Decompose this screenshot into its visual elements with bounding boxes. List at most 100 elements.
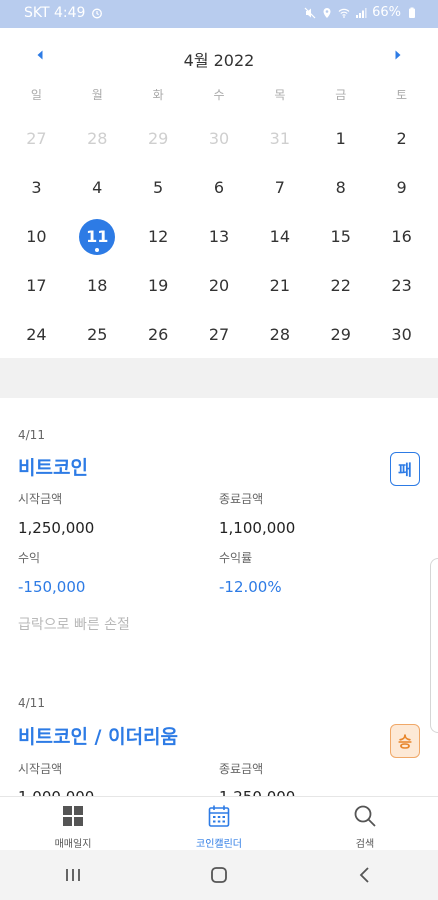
day-number: 6 [213,178,225,197]
calendar-day[interactable]: 14 [249,212,310,261]
weekday-row: 일월화수목금토 [6,86,432,110]
day-number: 10 [26,227,47,246]
day-number: 21 [269,276,291,295]
edge-panel-handle[interactable] [430,558,438,733]
day-number: 2 [396,129,407,148]
day-number: 27 [208,325,230,344]
calendar-day[interactable]: 26 [128,310,189,359]
calendar-day[interactable]: 28 [67,114,128,163]
day-number: 8 [335,178,346,197]
status-left: SKT 4:49 [24,5,103,21]
calendar-day[interactable]: 13 [189,212,250,261]
calendar-day[interactable]: 3 [6,163,67,212]
weekday-label: 목 [274,88,286,102]
trade-date: 4/11 [18,428,45,442]
carrier-time: SKT 4:49 [24,5,86,21]
calendar-day[interactable]: 10 [6,212,67,261]
calendar-day[interactable]: 24 [6,310,67,359]
calendar-day[interactable]: 31 [249,114,310,163]
home-icon [211,867,227,883]
day-number: 28 [87,129,108,148]
weekday-label: 일 [30,88,42,102]
end-amount-label: 종료금액 [219,762,264,776]
recent-apps-icon [66,869,80,881]
calendar-day[interactable]: 7 [249,163,310,212]
day-number: 1 [335,129,346,148]
weekday-label: 수 [213,88,225,102]
calendar-day[interactable]: 18 [67,261,128,310]
day-number: 5 [153,178,164,197]
calendar-day[interactable]: 27 [189,310,250,359]
day-number: 30 [391,325,412,344]
system-nav-bar [0,850,438,900]
nav-label: 매매일지 [54,839,92,850]
lose-badge[interactable]: 패 [390,452,420,486]
trade-card[interactable]: 4/11 비트코인 / 이더리움 승 시작금액 1,000,000 종료금액 1… [0,674,438,796]
end-amount-label: 종료금액 [219,492,264,506]
calendar-day[interactable]: 29 [310,310,371,359]
calendar-day[interactable]: 15 [310,212,371,261]
trade-card[interactable]: 4/11 비트코인 패 시작금액 1,250,000 종료금액 1,100,00… [0,398,438,674]
calendar-days-grid: 27 28 29 30 31 1 2 3 4 5 6 7 8 9 10 11 12 13 14 15 16 17 18 19 2… [6,114,432,359]
end-amount-value: 1,250,000 [219,788,295,796]
calendar-day[interactable]: 22 [310,261,371,310]
trade-memo: 급락으로 빠른 손절 [18,617,130,633]
calendar-day[interactable]: 5 [128,163,189,212]
profit-rate-label: 수익률 [219,551,253,565]
nav-coin-calendar[interactable]: 코인캘린더 [146,797,292,850]
grid-icon [63,806,83,826]
signal-icon [356,7,367,18]
profit-rate-value: -12.00% [219,578,282,596]
win-badge[interactable]: 승 [390,724,420,758]
calendar-day[interactable]: 1 [310,114,371,163]
start-amount-value: 1,000,000 [18,788,94,796]
calendar-day[interactable]: 29 [128,114,189,163]
calendar-icon [208,805,230,827]
day-number: 9 [396,178,407,197]
day-number: 27 [26,129,47,148]
calendar-day[interactable]: 20 [189,261,250,310]
nav-label: 코인캘린더 [196,839,242,850]
day-number: 28 [269,325,291,344]
weekday-label: 화 [152,88,164,102]
next-month-button[interactable] [391,48,405,62]
calendar-day[interactable]: 9 [371,163,432,212]
month-title: 4월 2022 [183,51,255,70]
calendar-day[interactable]: 16 [371,212,432,261]
trade-date: 4/11 [18,696,45,710]
trade-title: 비트코인 [18,457,88,479]
day-number: 22 [330,276,351,295]
day-number: 20 [208,276,230,295]
day-number: 19 [147,276,169,295]
home-button[interactable] [189,855,249,895]
calendar-day-selected[interactable]: 11 [67,212,128,261]
calendar-day[interactable]: 21 [249,261,310,310]
calendar-day[interactable]: 28 [249,310,310,359]
calendar-day[interactable]: 8 [310,163,371,212]
alarm-icon [92,8,103,19]
nav-trade-journal[interactable]: 매매일지 [0,797,146,850]
calendar-day[interactable]: 12 [128,212,189,261]
start-amount-label: 시작금액 [18,762,63,776]
day-number: 4 [92,178,103,197]
recent-apps-button[interactable] [43,855,103,895]
calendar-day[interactable]: 25 [67,310,128,359]
calendar-day[interactable]: 6 [189,163,250,212]
status-bar: SKT 4:49 66% [0,0,438,28]
calendar-day[interactable]: 2 [371,114,432,163]
calendar-day[interactable]: 30 [189,114,250,163]
battery-icon [409,7,415,18]
calendar-day[interactable]: 27 [6,114,67,163]
wifi-icon [338,8,350,18]
day-number: 7 [274,178,285,197]
profit-value: -150,000 [18,578,86,596]
calendar-day[interactable]: 23 [371,261,432,310]
day-number: 17 [26,276,47,295]
calendar-day[interactable]: 4 [67,163,128,212]
calendar-day[interactable]: 17 [6,261,67,310]
calendar-day[interactable]: 30 [371,310,432,359]
location-icon [323,7,331,18]
nav-search[interactable]: 검색 [292,797,438,850]
calendar-day[interactable]: 19 [128,261,189,310]
back-button[interactable] [335,855,395,895]
